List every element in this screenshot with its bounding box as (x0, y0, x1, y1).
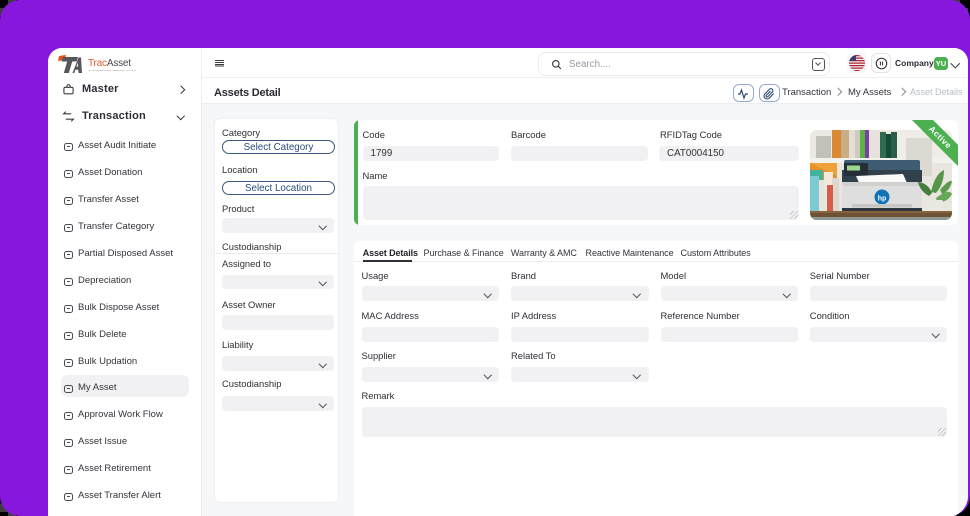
svg-text:hp: hp (878, 195, 887, 202)
